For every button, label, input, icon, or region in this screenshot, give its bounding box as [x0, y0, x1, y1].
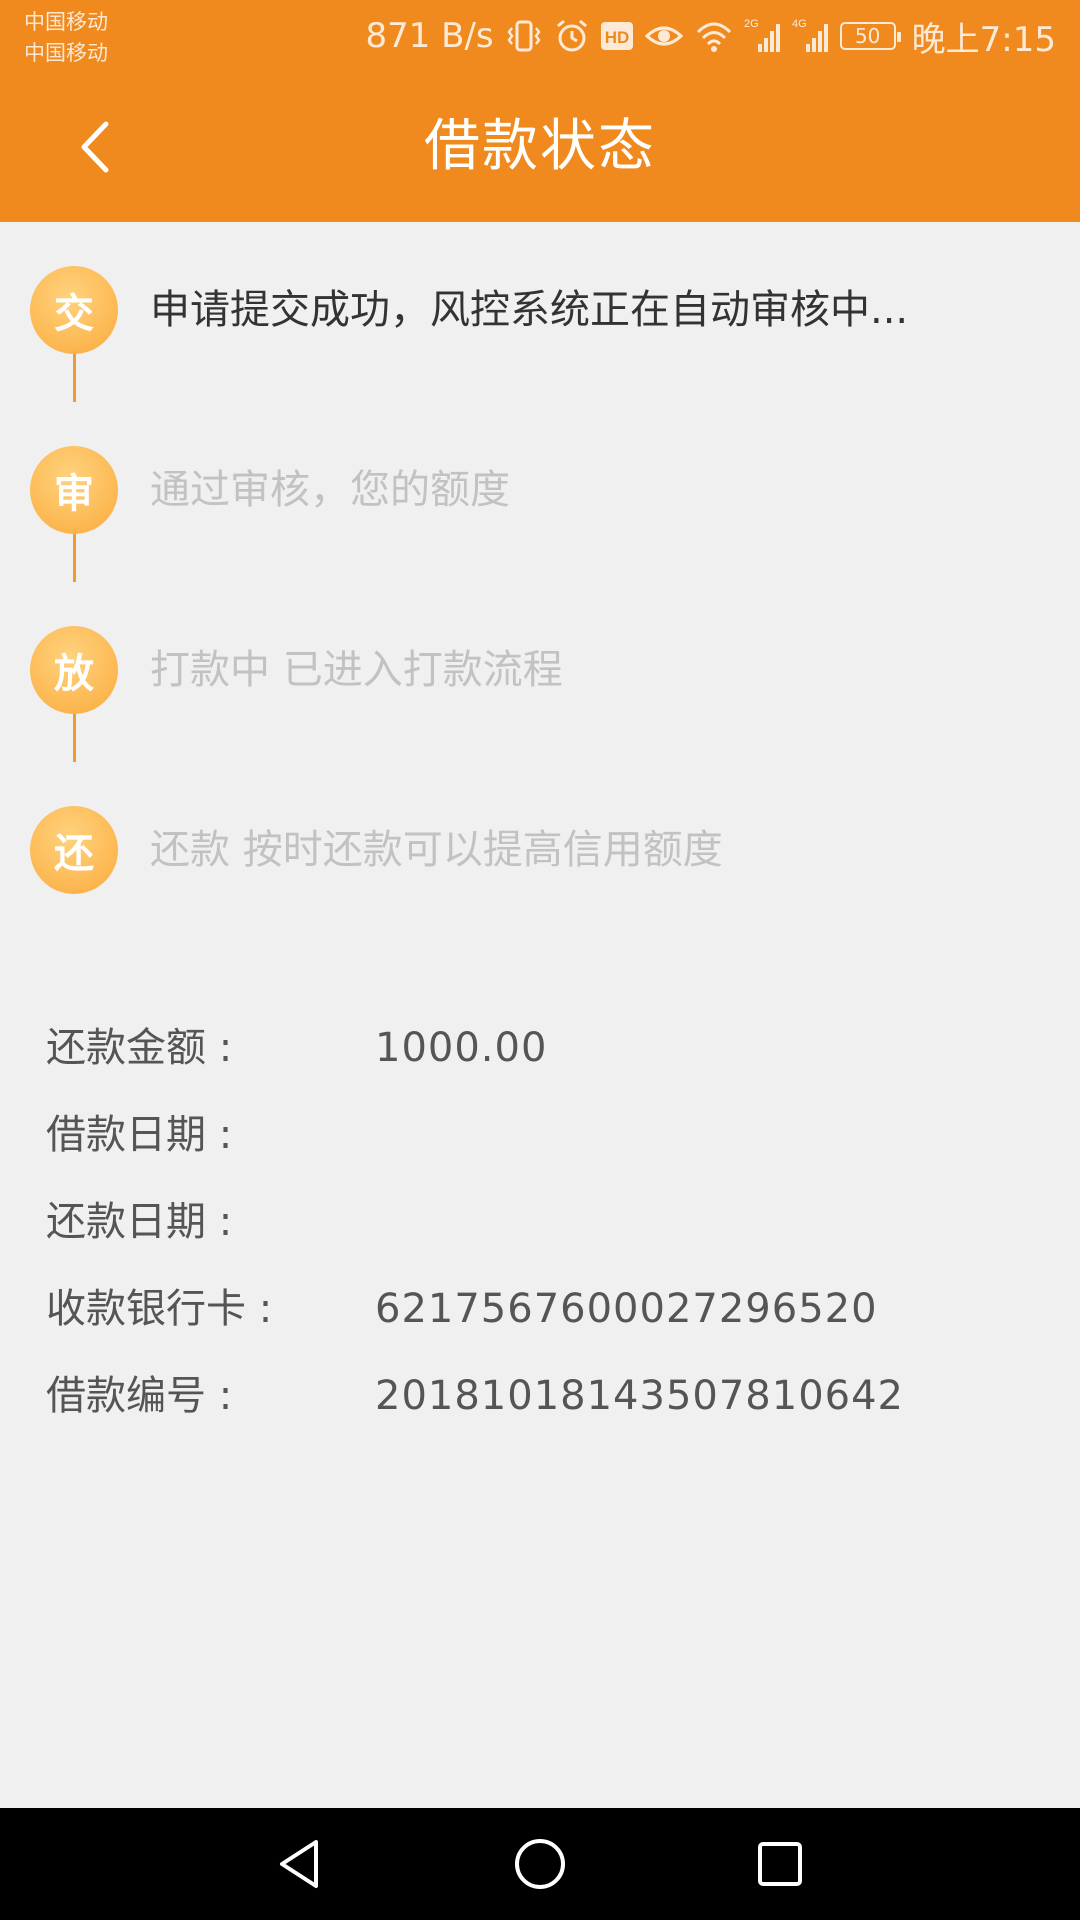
detail-value: 1000.00 [375, 1025, 548, 1071]
timeline-step-repayment: 还 还款 按时还款可以提高信用额度 [0, 806, 1080, 896]
step-text: 还款 按时还款可以提高信用额度 [150, 827, 723, 873]
hd-icon: HD [600, 16, 634, 56]
nav-recents-button[interactable] [752, 1836, 808, 1892]
step-text: 申请提交成功，风控系统正在自动审核中... [150, 287, 909, 333]
eye-icon [644, 16, 684, 56]
signal-4g-label: 4G [792, 18, 807, 30]
timeline-step-submitted: 交 申请提交成功，风控系统正在自动审核中... [0, 266, 1080, 356]
detail-label: 还款金额 : [46, 1025, 233, 1071]
step-text: 打款中 已进入打款流程 [150, 647, 563, 693]
detail-label: 收款银行卡 : [46, 1286, 273, 1332]
detail-label: 借款编号 : [46, 1373, 233, 1419]
wifi-icon [694, 16, 734, 56]
step-badge: 交 [30, 266, 118, 354]
step-badge: 放 [30, 626, 118, 714]
detail-row-bank-card: 收款银行卡 : 6217567600027296520 [46, 1279, 1046, 1339]
detail-label: 还款日期 : [46, 1199, 233, 1245]
system-nav-bar [0, 1808, 1080, 1920]
battery-level: 50 [854, 24, 881, 48]
app-bar: 借款状态 [0, 72, 1080, 222]
carrier-1: 中国移动 [24, 10, 108, 34]
detail-label: 借款日期 : [46, 1112, 233, 1158]
detail-row-loan-date: 借款日期 : [46, 1105, 1046, 1165]
carrier-2: 中国移动 [24, 41, 108, 65]
step-badge: 审 [30, 446, 118, 534]
nav-home-button[interactable] [512, 1836, 568, 1892]
step-text: 通过审核，您的额度 [150, 467, 510, 513]
hd-badge-text: HD [604, 28, 629, 47]
net-speed: 871 B/s [365, 16, 494, 56]
timeline-step-approved: 审 通过审核，您的额度 [0, 446, 1080, 536]
status-bar: 中国移动 中国移动 871 B/s HD 2G 4G 50 晚上7:15 [0, 0, 1080, 72]
nav-back-button[interactable] [272, 1836, 328, 1892]
detail-value: 6217567600027296520 [375, 1286, 878, 1332]
signal-4g-icon: 4G [792, 16, 830, 56]
back-triangle-icon [280, 1840, 318, 1888]
page-title: 借款状态 [424, 114, 656, 179]
signal-2g-icon: 2G [744, 16, 782, 56]
step-badge: 还 [30, 806, 118, 894]
clock: 晚上7:15 [911, 19, 1056, 60]
detail-row-repay-date: 还款日期 : [46, 1192, 1046, 1252]
status-icons: 871 B/s HD 2G 4G 50 晚上7:15 [365, 14, 1056, 60]
recents-square-icon [758, 1842, 802, 1886]
detail-value: 20181018143507810642 [375, 1373, 904, 1419]
timeline-step-disbursing: 放 打款中 已进入打款流程 [0, 626, 1080, 716]
detail-row-loan-number: 借款编号 : 20181018143507810642 [46, 1366, 1046, 1426]
signal-2g-label: 2G [744, 18, 759, 30]
battery-icon: 50 [839, 22, 901, 50]
home-circle-icon [515, 1839, 565, 1889]
alarm-icon [554, 16, 590, 56]
detail-row-repay-amount: 还款金额 : 1000.00 [46, 1018, 1046, 1078]
vibrate-icon [504, 16, 544, 56]
